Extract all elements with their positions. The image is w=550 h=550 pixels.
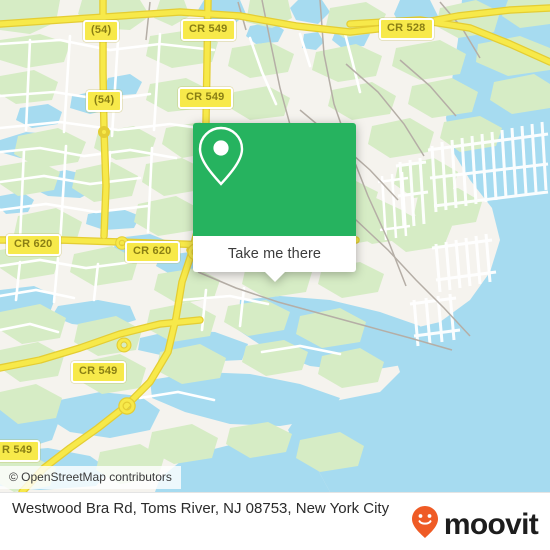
moovit-brand[interactable]: moovit <box>410 505 539 544</box>
road-shield: CR 549 <box>178 87 233 109</box>
map-canvas[interactable]: (54) CR 549 CR 528 (54) CR 549 CR 620 CR… <box>0 0 550 492</box>
take-me-there-label: Take me there <box>227 246 322 262</box>
address-text: Westwood Bra Rd, Toms River, NJ 08753, N… <box>12 500 390 517</box>
road-shield: CR 620 <box>6 234 61 256</box>
popup-tail-pointer <box>263 271 286 282</box>
location-popup-card[interactable]: Take me there <box>193 123 356 282</box>
road-shield: (54) <box>83 20 120 42</box>
road-shield: CR 528 <box>379 18 434 40</box>
moovit-smiley-pin-icon <box>410 505 440 544</box>
popup-marker-area <box>193 123 356 236</box>
road-shield: CR 549 <box>181 19 236 41</box>
road-shield: (54) <box>86 90 123 112</box>
map-screenshot-page: (54) CR 549 CR 528 (54) CR 549 CR 620 CR… <box>0 0 550 550</box>
moovit-wordmark: moovit <box>443 507 539 541</box>
footer-bar: Westwood Bra Rd, Toms River, NJ 08753, N… <box>0 492 550 550</box>
road-shield: R 549 <box>0 440 41 462</box>
road-shield: CR 549 <box>71 361 126 383</box>
road-shield: CR 620 <box>125 241 180 263</box>
osm-attribution[interactable]: © OpenStreetMap contributors <box>0 466 181 489</box>
popup-action-bar[interactable]: Take me there <box>193 236 356 282</box>
